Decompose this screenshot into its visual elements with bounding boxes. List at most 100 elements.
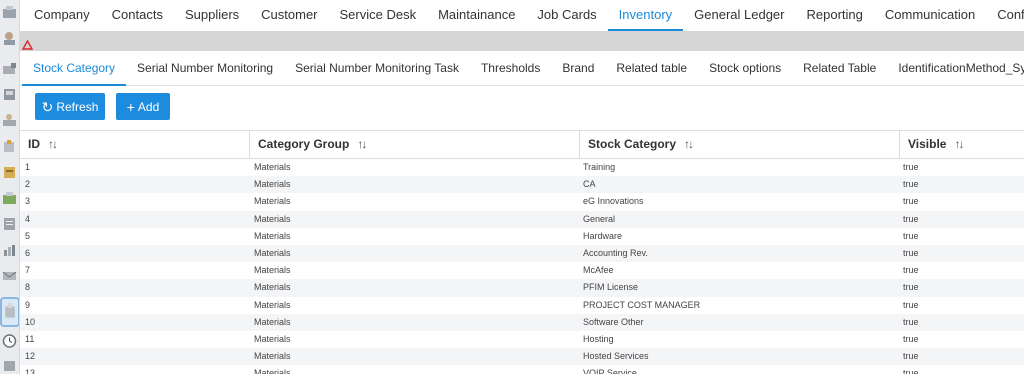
column-header-label: Visible xyxy=(908,137,947,151)
sort-icon[interactable]: ↑↓ xyxy=(954,131,964,158)
cell-visible: true xyxy=(903,282,919,293)
cell-id: 2 xyxy=(25,179,31,190)
table-row[interactable]: 8 Materials PFIM License true xyxy=(20,279,1024,297)
cell-stock-category: Training xyxy=(583,162,616,172)
tab-related-table-lower[interactable]: Related table xyxy=(605,51,698,86)
cell-category-group: Materials xyxy=(254,299,291,310)
nav-communication[interactable]: Communication xyxy=(874,0,986,31)
nav-inventory[interactable]: Inventory xyxy=(607,0,684,31)
nav-company[interactable]: Company xyxy=(23,0,101,31)
sort-icon[interactable]: ↑↓ xyxy=(684,131,694,158)
cell-id: 4 xyxy=(25,213,31,224)
cell-stock-category: General xyxy=(583,213,616,224)
customer-icon[interactable] xyxy=(1,86,18,102)
cell-category-group: Materials xyxy=(254,162,291,172)
table-row[interactable]: 4 Materials General true xyxy=(20,210,1024,228)
job-cards-icon[interactable] xyxy=(1,164,18,180)
tab-brand[interactable]: Brand xyxy=(551,51,605,86)
general-ledger-icon[interactable] xyxy=(1,216,18,232)
nav-configuration[interactable]: Configuration xyxy=(986,0,1024,31)
cell-category-group: Materials xyxy=(254,368,291,374)
module-icon-rail xyxy=(0,0,20,374)
table-row[interactable]: 10 Materials Software Other true xyxy=(20,313,1024,331)
table-row[interactable]: 1 Materials Training true xyxy=(20,159,1024,176)
cell-category-group: Materials xyxy=(254,351,291,362)
table-row[interactable]: 12 Materials Hosted Services true xyxy=(20,348,1024,366)
column-header-id[interactable]: ID ↑↓ xyxy=(20,131,250,158)
cell-id: 9 xyxy=(25,299,31,310)
table-row[interactable]: 2 Materials CA true xyxy=(20,176,1024,194)
tab-identification-method[interactable]: IdentificationMethod_SystemID xyxy=(887,51,1024,86)
cell-category-group: Materials xyxy=(254,265,291,276)
tab-serial-number-monitoring[interactable]: Serial Number Monitoring xyxy=(126,51,284,86)
cell-visible: true xyxy=(903,333,919,344)
cell-stock-category: Hosting xyxy=(583,333,614,344)
table-row[interactable]: 11 Materials Hosting true xyxy=(20,331,1024,348)
tab-related-table[interactable]: Related Table xyxy=(792,51,887,86)
stock-category-grid: ID ↑↓ Category Group ↑↓ Stock Category ↑… xyxy=(20,130,1024,374)
contacts-icon[interactable] xyxy=(1,30,18,46)
cell-visible: true xyxy=(903,162,919,172)
cell-id: 5 xyxy=(25,230,31,241)
communication-icon[interactable] xyxy=(1,268,18,284)
cell-visible: true xyxy=(903,351,919,362)
maintainance-icon[interactable] xyxy=(1,138,18,154)
tab-serial-number-monitoring-task[interactable]: Serial Number Monitoring Task xyxy=(284,51,470,86)
column-header-label: Stock Category xyxy=(588,137,677,151)
table-row[interactable]: 5 Materials Hardware true xyxy=(20,228,1024,245)
service-desk-icon[interactable] xyxy=(1,112,18,128)
nav-job-cards[interactable]: Job Cards xyxy=(526,0,607,31)
cell-id: 7 xyxy=(25,265,31,276)
tools-icon[interactable] xyxy=(1,357,18,373)
column-header-label: Category Group xyxy=(258,137,350,151)
inventory-icon[interactable] xyxy=(1,190,18,206)
refresh-icon: ↻ xyxy=(41,98,54,115)
cell-id: 10 xyxy=(25,316,36,327)
cell-id: 8 xyxy=(25,282,31,293)
nav-reporting[interactable]: Reporting xyxy=(796,0,874,31)
column-header-label: ID xyxy=(28,137,40,151)
suppliers-icon[interactable] xyxy=(1,60,18,76)
nav-customer[interactable]: Customer xyxy=(250,0,328,31)
column-header-stock-category[interactable]: Stock Category ↑↓ xyxy=(580,131,900,158)
cell-id: 12 xyxy=(25,351,36,362)
refresh-label: Refresh xyxy=(56,99,99,114)
plus-icon: + xyxy=(126,98,135,115)
tab-thresholds[interactable]: Thresholds xyxy=(470,51,551,86)
cell-visible: true xyxy=(903,368,919,374)
nav-suppliers[interactable]: Suppliers xyxy=(174,0,250,31)
cell-category-group: Materials xyxy=(254,247,291,258)
reporting-icon[interactable] xyxy=(1,242,18,258)
sort-icon[interactable]: ↑↓ xyxy=(357,131,367,158)
refresh-button[interactable]: ↻ Refresh xyxy=(35,93,105,120)
cell-id: 11 xyxy=(25,333,35,344)
cell-id: 1 xyxy=(25,162,31,172)
table-row[interactable]: 7 Materials McAfee true xyxy=(20,262,1024,279)
main-navigation: Company Contacts Suppliers Customer Serv… xyxy=(20,0,1024,31)
clock-icon[interactable] xyxy=(1,333,18,349)
column-header-visible[interactable]: Visible ↑↓ xyxy=(900,131,1024,158)
configuration-icon[interactable] xyxy=(0,297,19,327)
cell-stock-category: PROJECT COST MANAGER xyxy=(583,299,701,310)
nav-contacts[interactable]: Contacts xyxy=(101,0,174,31)
table-row[interactable]: 6 Materials Accounting Rev. true xyxy=(20,244,1024,263)
add-label: Add xyxy=(137,99,160,114)
cell-stock-category: PFIM License xyxy=(583,282,639,293)
nav-general-ledger[interactable]: General Ledger xyxy=(683,0,795,31)
warning-icon xyxy=(22,40,33,50)
add-button[interactable]: + Add xyxy=(116,93,170,120)
table-row[interactable]: 9 Materials PROJECT COST MANAGER true xyxy=(20,297,1024,314)
cell-visible: true xyxy=(903,247,919,258)
table-row[interactable]: 3 Materials eG Innovations true xyxy=(20,193,1024,210)
tab-stock-category[interactable]: Stock Category xyxy=(22,51,127,86)
cell-category-group: Materials xyxy=(254,213,291,224)
company-icon[interactable] xyxy=(1,4,18,20)
table-row[interactable]: 13 Materials VOIP Service true xyxy=(20,365,1024,374)
column-header-category-group[interactable]: Category Group ↑↓ xyxy=(250,131,580,158)
nav-service-desk[interactable]: Service Desk xyxy=(329,0,428,31)
tab-stock-options[interactable]: Stock options xyxy=(698,51,792,86)
sort-icon[interactable]: ↑↓ xyxy=(48,131,58,158)
cell-visible: true xyxy=(903,179,919,190)
nav-maintainance[interactable]: Maintainance xyxy=(427,0,526,31)
cell-category-group: Materials xyxy=(254,196,291,207)
